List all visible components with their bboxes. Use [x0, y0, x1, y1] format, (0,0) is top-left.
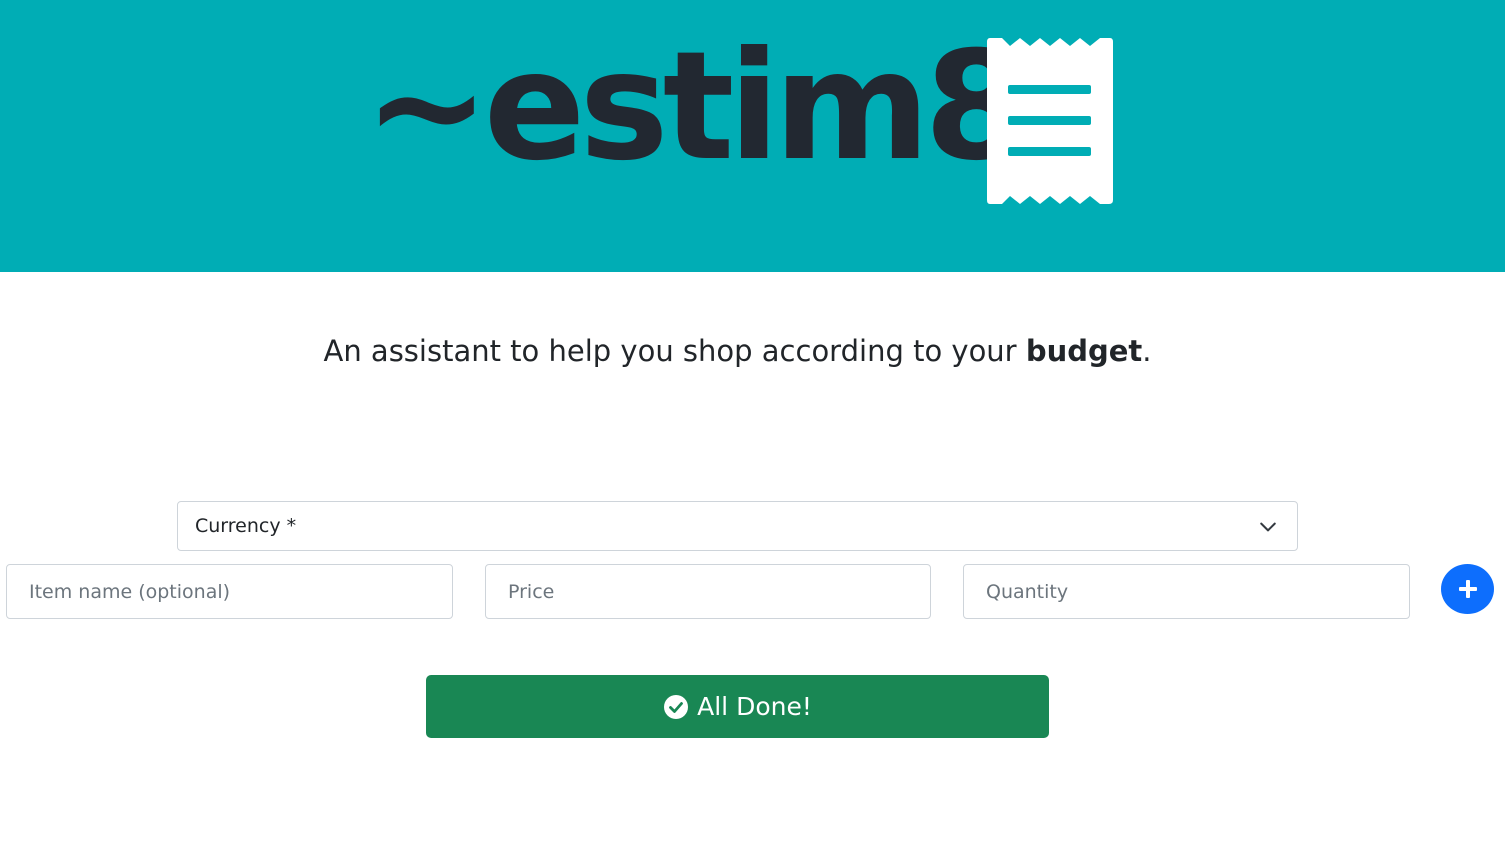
item-name-input[interactable]: Item name (optional)	[6, 564, 453, 619]
currency-select[interactable]: Currency *	[177, 501, 1298, 551]
all-done-button[interactable]: All Done!	[426, 675, 1049, 738]
header-banner: ~estim8	[0, 0, 1505, 272]
item-name-placeholder: Item name (optional)	[29, 580, 231, 603]
plus-icon	[1458, 580, 1477, 598]
tagline-emphasis: budget	[1025, 334, 1143, 368]
check-circle-icon	[664, 694, 689, 719]
price-placeholder: Price	[508, 580, 555, 603]
price-input[interactable]: Price	[485, 564, 931, 619]
tagline: An assistant to help you shop according …	[0, 334, 1475, 368]
add-item-button[interactable]	[1441, 564, 1494, 614]
currency-selected-value: Currency *	[195, 515, 297, 537]
all-done-label: All Done!	[697, 692, 812, 721]
chevron-down-icon	[1260, 522, 1276, 532]
quantity-input[interactable]: Quantity	[963, 564, 1410, 619]
tagline-suffix: .	[1142, 334, 1152, 368]
receipt-icon	[987, 38, 1113, 204]
quantity-placeholder: Quantity	[986, 580, 1069, 603]
logo-text: ~estim8	[364, 20, 1028, 194]
tagline-prefix: An assistant to help you shop according …	[323, 334, 1026, 368]
